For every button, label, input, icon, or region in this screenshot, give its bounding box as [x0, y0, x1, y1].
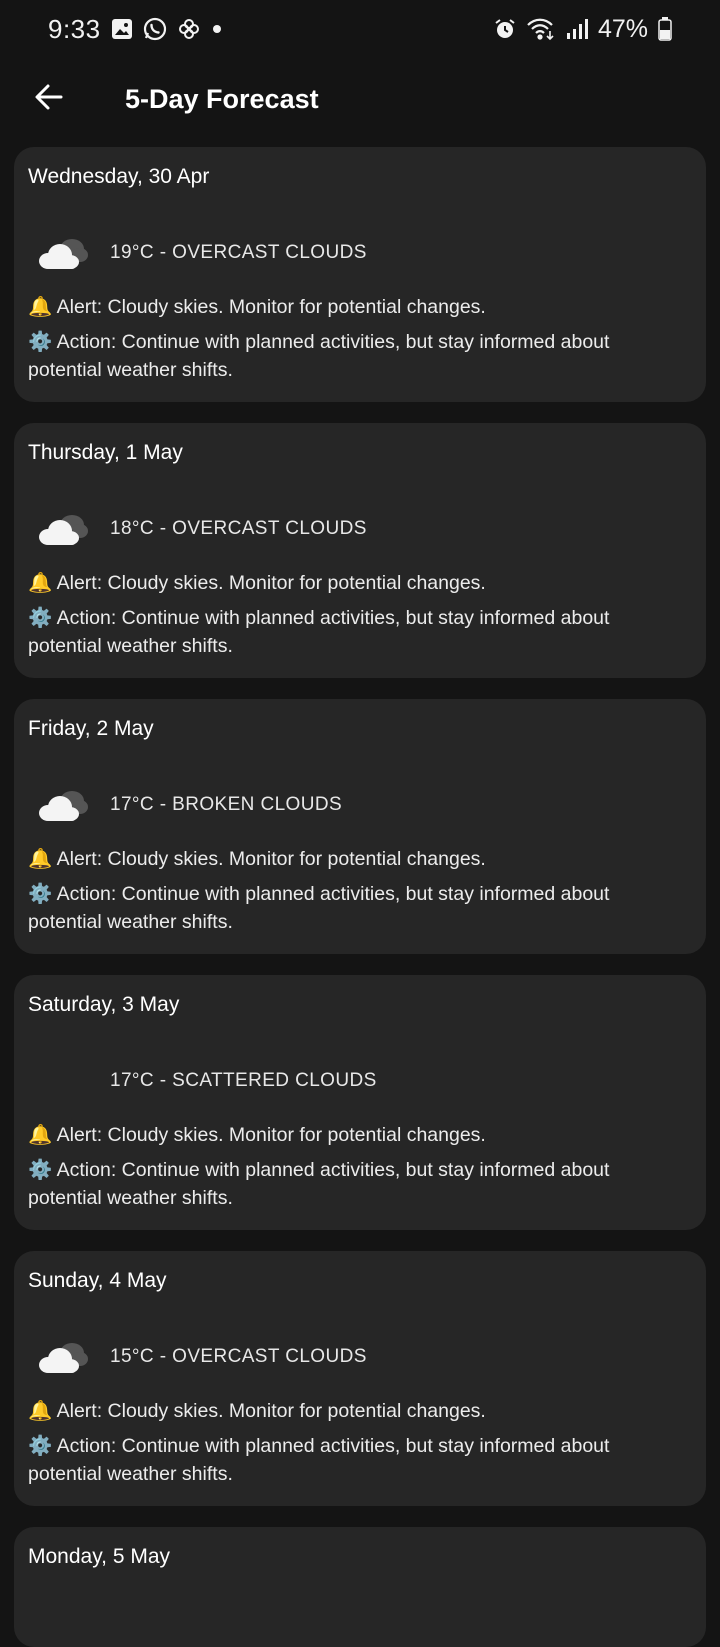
forecast-date: Friday, 2 May	[28, 717, 154, 740]
forecast-card: Wednesday, 30 Apr 19°C - OVERCAST CLOUDS…	[14, 147, 706, 402]
overcast-cloud-icon	[28, 221, 110, 285]
alert-text: 🔔 Alert: Cloudy skies. Monitor for poten…	[28, 1124, 486, 1146]
action-text: ⚙️ Action: Continue with planned activit…	[28, 607, 610, 657]
overcast-cloud-icon	[28, 1325, 110, 1389]
status-bar-left: 9:33	[48, 14, 223, 45]
alert-text: 🔔 Alert: Cloudy skies. Monitor for poten…	[28, 848, 486, 870]
forecast-date: Sunday, 4 May	[28, 1269, 167, 1292]
forecast-list: Wednesday, 30 Apr 19°C - OVERCAST CLOUDS…	[14, 147, 706, 1647]
forecast-card: Friday, 2 May 17°C - BROKEN CLOUDS 🔔 Ale…	[14, 699, 706, 954]
app-bar: 5-Day Forecast	[0, 58, 720, 140]
wifi-icon	[526, 17, 556, 41]
forecast-date: Wednesday, 30 Apr	[28, 165, 210, 188]
pinwheel-icon	[177, 17, 201, 41]
condition-text: 19°C - OVERCAST CLOUDS	[110, 242, 367, 263]
signal-icon	[566, 18, 588, 40]
condition-text: 18°C - OVERCAST CLOUDS	[110, 518, 367, 539]
arrow-left-icon	[33, 81, 65, 118]
condition-text: 17°C - BROKEN CLOUDS	[110, 794, 343, 815]
battery-icon	[658, 17, 672, 41]
dot-icon	[211, 23, 223, 35]
status-bar-right: 47%	[494, 15, 672, 44]
forecast-card: Thursday, 1 May 18°C - OVERCAST CLOUDS 🔔…	[14, 423, 706, 678]
condition-text: 17°C - SCATTERED CLOUDS	[110, 1070, 377, 1091]
alert-text: 🔔 Alert: Cloudy skies. Monitor for poten…	[28, 296, 486, 318]
status-bar: 9:33 47%	[0, 0, 720, 58]
condition-row: 17°C - SCATTERED CLOUDS	[28, 1049, 377, 1113]
broken-cloud-icon	[28, 773, 110, 837]
action-text: ⚙️ Action: Continue with planned activit…	[28, 1159, 610, 1209]
condition-row: 17°C - BROKEN CLOUDS	[28, 773, 342, 837]
whatsapp-icon	[143, 17, 167, 41]
clock: 9:33	[48, 13, 101, 44]
alert-text: 🔔 Alert: Cloudy skies. Monitor for poten…	[28, 1400, 486, 1422]
page-title: 5-Day Forecast	[125, 83, 319, 114]
action-text: ⚙️ Action: Continue with planned activit…	[28, 1435, 610, 1485]
condition-row: 19°C - OVERCAST CLOUDS	[28, 221, 367, 285]
forecast-card: Saturday, 3 May 17°C - SCATTERED CLOUDS …	[14, 975, 706, 1230]
condition-text: 15°C - OVERCAST CLOUDS	[110, 1346, 367, 1367]
forecast-card: Sunday, 4 May 15°C - OVERCAST CLOUDS 🔔 A…	[14, 1251, 706, 1506]
action-text: ⚙️ Action: Continue with planned activit…	[28, 331, 610, 381]
scattered-cloud-icon	[28, 1049, 110, 1113]
condition-row: 18°C - OVERCAST CLOUDS	[28, 497, 367, 561]
gallery-icon	[111, 18, 133, 40]
action-text: ⚙️ Action: Continue with planned activit…	[28, 883, 610, 933]
alert-text: 🔔 Alert: Cloudy skies. Monitor for poten…	[28, 572, 486, 594]
forecast-date: Saturday, 3 May	[28, 993, 180, 1016]
overcast-cloud-icon	[28, 497, 110, 561]
forecast-date: Monday, 5 May	[28, 1545, 171, 1568]
back-button[interactable]	[21, 71, 77, 127]
battery-percent: 47%	[597, 14, 648, 43]
alarm-icon	[494, 18, 516, 40]
forecast-date: Thursday, 1 May	[28, 441, 183, 464]
forecast-card: Monday, 5 May	[14, 1527, 706, 1647]
condition-row: 15°C - OVERCAST CLOUDS	[28, 1325, 367, 1389]
